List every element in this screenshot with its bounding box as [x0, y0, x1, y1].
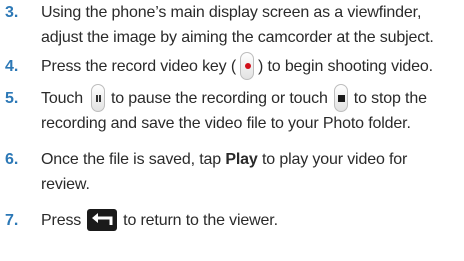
step-text-segment: to play your video for	[261, 151, 408, 168]
step-text-segment: to return to the viewer.	[123, 212, 278, 229]
step-number: 7.	[5, 212, 19, 229]
step-text-segment: to pause the recording or touch	[110, 90, 328, 107]
step-number: 3.	[5, 4, 19, 21]
step-text-segment: Press the record video key (	[41, 58, 236, 75]
step-line: recording and save the video file to you…	[41, 115, 411, 132]
step-line: Touch to pause the recording or touch to s…	[41, 83, 461, 112]
step-text-segment: ) to begin shooting video.	[258, 58, 433, 75]
step-text-segment: Once the file is saved, tap	[41, 151, 222, 168]
play-keyword: Play	[225, 151, 258, 168]
step-text-segment: to stop the	[353, 90, 427, 107]
step-line: adjust the image by aiming the camcorder…	[41, 29, 434, 46]
stop-icon	[333, 83, 348, 112]
step-text-segment: Press	[41, 212, 82, 229]
step-line: Once the file is saved, tap Play to play…	[41, 147, 461, 172]
step-text: Press to return to the viewer.	[41, 208, 461, 233]
step-number: 4.	[5, 58, 19, 75]
step-line: review.	[41, 176, 90, 193]
step-number: 5.	[5, 90, 19, 107]
back-arrow-icon	[87, 208, 118, 231]
step-text: Press the record video key ( ) to begin s…	[41, 51, 461, 80]
step-text: Once the file is saved, tap Play to play…	[41, 147, 461, 197]
pause-icon	[90, 83, 105, 112]
step-text: Using the phone’s main display screen as…	[41, 0, 461, 50]
step-line: Press the record video key ( ) to begin s…	[41, 51, 461, 80]
record-key-icon	[240, 51, 254, 80]
instructions-document: 3. Using the phone’s main display screen…	[0, 0, 464, 261]
step-line: Press to return to the viewer.	[41, 208, 461, 233]
step-line: Using the phone’s main display screen as…	[41, 4, 422, 21]
step-text: Touch to pause the recording or touch to s…	[41, 83, 461, 136]
step-text-segment: Touch	[41, 90, 83, 107]
step-number: 6.	[5, 151, 19, 168]
